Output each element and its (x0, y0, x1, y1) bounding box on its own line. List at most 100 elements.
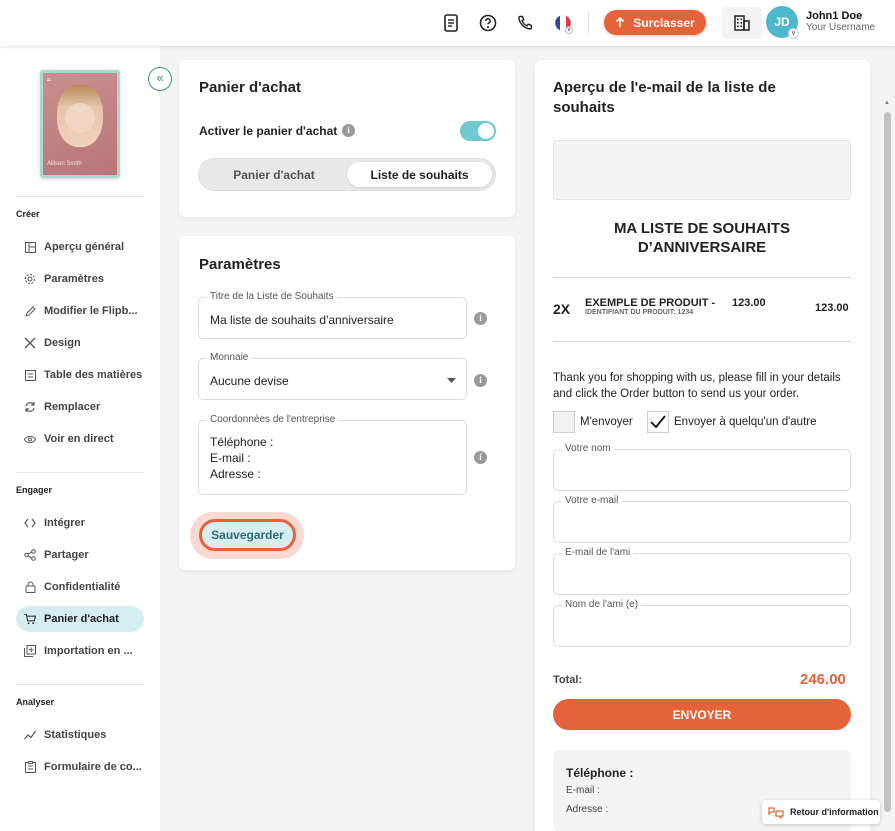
sidebar-item-label: Modifier le Flipb... (44, 305, 138, 317)
your-email-label: Votre e-mail (562, 495, 622, 506)
sidebar-item-view-live[interactable]: Voir en direct (16, 426, 144, 452)
product-id: IDENTIFIANT DU PRODUIT: 1234 (585, 309, 694, 316)
sidebar-item-label: Statistiques (44, 729, 107, 741)
company-details-label: Coordonnées de l'entreprise (207, 414, 339, 425)
eye-icon (24, 433, 36, 445)
sidebar-item-label: Design (44, 337, 81, 349)
save-button[interactable]: Sauvegarder (199, 519, 296, 551)
arrow-up-icon (616, 17, 625, 27)
scrollbar[interactable]: ▲ (884, 100, 891, 831)
flipbook-cover-thumbnail[interactable]: Allison Smith ≈ (40, 70, 120, 178)
cover-logo-icon: ≈ (47, 77, 51, 84)
cart-icon (24, 613, 36, 625)
design-tools-icon (24, 337, 36, 349)
divider (553, 277, 851, 278)
sidebar-item-label: Formulaire de co... (44, 761, 142, 773)
product-name: EXEMPLE DE PRODUIT - (585, 297, 716, 309)
sidebar-item-table-of-contents[interactable]: Table des matières (16, 362, 144, 388)
caret-down-icon (447, 378, 456, 383)
sidebar-item-label: Confidentialité (44, 581, 121, 593)
sidebar-item-label: Aperçu général (44, 241, 125, 253)
contact-address: Adresse : (566, 804, 609, 815)
sidebar-item-overview[interactable]: Aperçu général (16, 234, 144, 260)
send-button[interactable]: ENVOYER (553, 699, 851, 730)
feedback-button[interactable]: Retour d'information (762, 800, 880, 824)
company-email-line: E-mail : (210, 451, 251, 465)
contact-email: E-mail : (566, 785, 600, 796)
sidebar-item-privacy[interactable]: Confidentialité (16, 574, 144, 600)
feedback-icon (768, 806, 784, 819)
collapse-sidebar-button[interactable]: « (148, 67, 172, 91)
tab-shopping-cart[interactable]: Panier d'achat (202, 162, 346, 187)
upgrade-label: Surclasser (633, 15, 695, 30)
your-email-input[interactable]: Votre e-mail (553, 495, 851, 543)
friend-name-label: Nom de l'ami (e) (562, 599, 642, 610)
sidebar-item-replace[interactable]: Remplacer (16, 394, 144, 420)
checkmark-icon (650, 415, 666, 429)
feedback-label: Retour d'information (790, 807, 879, 817)
total-label: Total: (553, 674, 583, 686)
divider (553, 341, 851, 342)
currency-select[interactable]: Monnaie Aucune devise (198, 352, 467, 400)
sidebar-item-shopping-cart[interactable]: Panier d'achat (16, 606, 144, 632)
sidebar-item-share[interactable]: Partager (16, 542, 144, 568)
preview-title: Aperçu de l'e-mail de la liste de souhai… (553, 79, 776, 116)
scroll-up-icon[interactable]: ▲ (884, 100, 890, 106)
sidebar-item-label: Remplacer (44, 401, 101, 413)
friend-name-input[interactable]: Nom de l'ami (e) (553, 599, 851, 647)
double-chevron-left-icon: « (156, 70, 164, 85)
sidebar-item-label: Table des matières (44, 369, 143, 381)
organization-button[interactable] (722, 7, 762, 39)
sidebar-item-embed[interactable]: Intégrer (16, 510, 144, 536)
send-me-checkbox[interactable] (553, 411, 575, 433)
user-name[interactable]: John1 Doe (806, 10, 862, 22)
form-icon (24, 761, 36, 773)
sidebar-item-design[interactable]: Design (16, 330, 144, 356)
company-address-line: Adresse : (210, 467, 261, 481)
chevron-down-icon: v (565, 26, 573, 34)
upgrade-button[interactable]: Surclasser (604, 10, 706, 35)
sidebar-divider (16, 196, 144, 197)
sidebar-divider (16, 684, 144, 685)
send-other-label: Envoyer à quelqu'un d'autre (674, 416, 817, 428)
scrollbar-thumb[interactable] (884, 112, 891, 812)
currency-value: Aucune devise (210, 374, 289, 388)
info-icon[interactable]: i (474, 312, 487, 325)
gear-icon (24, 273, 36, 285)
cover-face (65, 103, 95, 133)
code-icon (24, 517, 36, 529)
thank-you-text: Thank you for shopping with us, please f… (553, 372, 841, 400)
cart-mode-segmented-control: Panier d'achat Liste de souhaits (198, 158, 496, 191)
sidebar-item-edit-flipbook[interactable]: Modifier le Flipb... (16, 298, 144, 324)
avatar-chevron-down-icon[interactable]: v (788, 28, 799, 39)
info-icon[interactable]: i (474, 451, 487, 464)
sidebar-item-import[interactable]: Importation en ... (16, 638, 144, 664)
company-details-textarea[interactable]: Coordonnées de l'entreprise Téléphone : … (198, 414, 467, 495)
info-icon[interactable]: i (474, 374, 487, 387)
sidebar-section-create: Créer (16, 209, 40, 219)
phone-icon[interactable] (514, 12, 536, 34)
sidebar-item-statistics[interactable]: Statistiques (16, 722, 144, 748)
send-other-checkbox[interactable] (647, 411, 669, 433)
wishlist-title-input[interactable]: Ma liste de souhaits d'anniversaire (210, 313, 394, 327)
cart-card-title: Panier d'achat (199, 79, 301, 96)
product-line-total: 123.00 (815, 302, 849, 314)
document-icon[interactable] (440, 12, 462, 34)
wishlist-title-field[interactable]: Titre de la Liste de Souhaits Ma liste d… (198, 291, 467, 339)
friend-email-input[interactable]: E-mail de l'ami (553, 547, 851, 595)
your-name-input[interactable]: Votre nom (553, 443, 851, 491)
tab-wishlist[interactable]: Liste de souhaits (347, 162, 492, 187)
currency-label: Monnaie (207, 352, 252, 363)
top-bar: v Surclasser JD v John1 Doe Your Usernam… (0, 0, 895, 46)
language-flag-icon[interactable]: v (552, 12, 574, 34)
help-icon[interactable] (477, 12, 499, 34)
sidebar: Allison Smith ≈ Créer Aperçu général Par… (0, 46, 160, 831)
sidebar-item-settings[interactable]: Paramètres (16, 266, 144, 292)
total-value: 246.00 (800, 671, 846, 688)
send-me-label: M'envoyer (580, 416, 633, 428)
sidebar-item-contact-form[interactable]: Formulaire de co... (16, 754, 144, 780)
wishlist-heading: MA LISTE DE SOUHAITS D’ANNIVERSAIRE (613, 220, 791, 256)
company-phone-line: Téléphone : (210, 435, 274, 449)
info-icon[interactable]: i (342, 124, 355, 137)
enable-cart-toggle[interactable] (460, 121, 496, 141)
